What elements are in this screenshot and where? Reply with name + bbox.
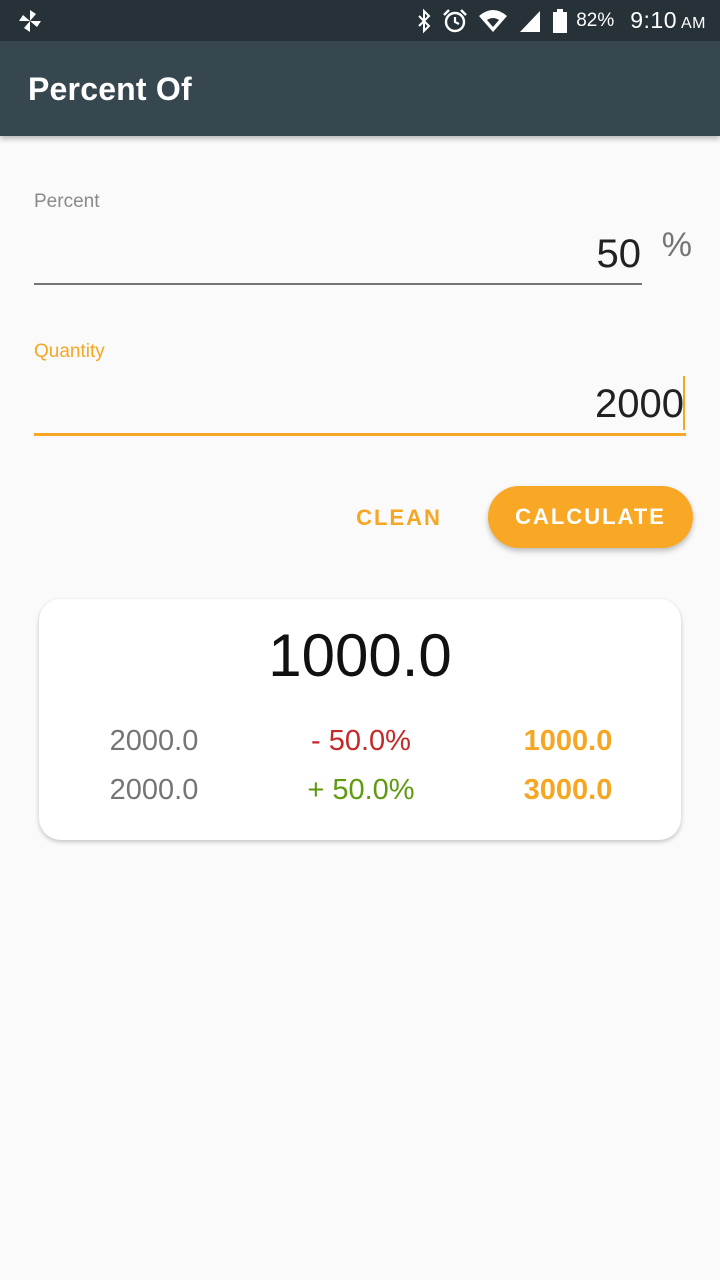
quantity-input[interactable]: 2000 (595, 382, 684, 427)
row-base-value: 2000.0 (109, 725, 199, 757)
alarm-icon (443, 8, 468, 32)
row-result-value: 3000.0 (523, 774, 613, 806)
percent-input[interactable]: 50 (597, 232, 642, 277)
pinwheel-icon (19, 10, 41, 32)
calculate-button[interactable]: CALCULATE (488, 486, 693, 548)
row-change-value: + 50.0% (307, 774, 415, 806)
clock: 9:10 AM (630, 7, 706, 34)
cell-signal-icon (520, 10, 541, 32)
percent-suffix: % (661, 226, 692, 264)
row-base-value: 2000.0 (109, 774, 199, 806)
result-main-value: 1000.0 (268, 622, 452, 689)
clock-ampm: AM (681, 15, 706, 32)
clock-time: 9:10 (630, 7, 677, 33)
status-bar: 82% 9:10 AM (0, 0, 720, 41)
row-change-value: - 50.0% (311, 725, 411, 757)
percent-label: Percent (34, 191, 100, 212)
bluetooth-icon (418, 8, 431, 33)
battery-percent: 82% (576, 9, 615, 31)
page-title: Percent Of (28, 71, 192, 107)
battery-icon (553, 8, 568, 33)
quantity-label: Quantity (34, 341, 105, 362)
app-bar: Percent Of (0, 41, 720, 136)
clean-button[interactable]: CLEAN (340, 490, 458, 546)
result-row-increase: 2000.0 + 50.0% 3000.0 (39, 774, 681, 814)
percent-input-underline (34, 283, 642, 285)
result-row-decrease: 2000.0 - 50.0% 1000.0 (39, 725, 681, 765)
row-result-value: 1000.0 (523, 725, 613, 757)
text-cursor (683, 376, 685, 430)
result-card: 1000.0 2000.0 - 50.0% 1000.0 2000.0 + 50… (39, 599, 681, 840)
quantity-input-underline (34, 433, 686, 436)
status-icons: 82% 9:10 AM (406, 0, 706, 41)
wifi-icon (479, 9, 508, 32)
